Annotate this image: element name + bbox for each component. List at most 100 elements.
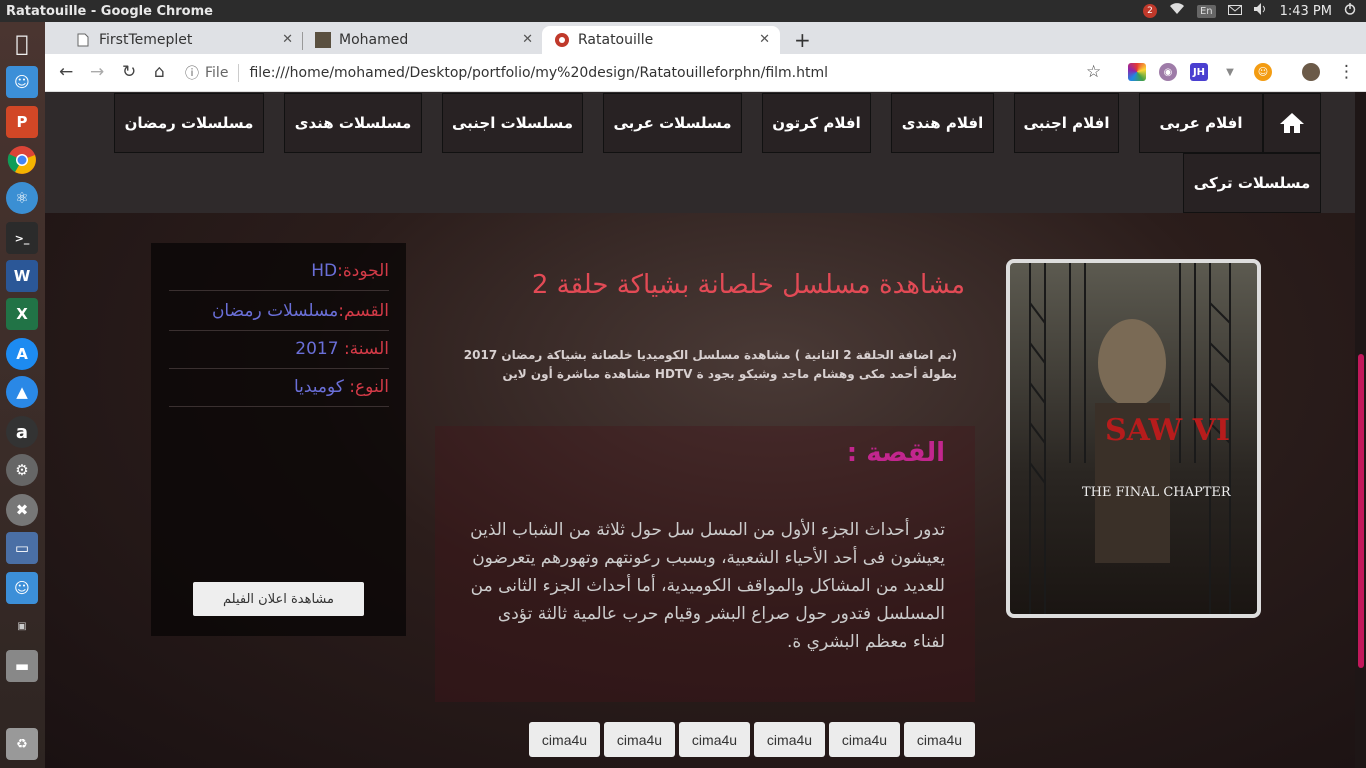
info-row-genre: النوع: كوميديا xyxy=(169,369,389,407)
keyboard-layout[interactable]: En xyxy=(1196,4,1216,18)
finder-icon[interactable]: ☺ xyxy=(6,66,38,98)
nav-cartoon-movies[interactable]: افلام كرتون xyxy=(762,93,871,153)
new-tab-icon[interactable]: + xyxy=(794,28,811,52)
nav-arabic-series[interactable]: مسلسلات عربى xyxy=(603,93,742,153)
page-icon xyxy=(75,32,91,48)
wifi-icon[interactable] xyxy=(1169,3,1185,19)
source-button[interactable]: cima4u xyxy=(754,722,825,757)
info-value: كوميديا xyxy=(293,377,344,397)
nav-foreign-movies[interactable]: افلام اجنبى xyxy=(1014,93,1119,153)
app-store-icon[interactable]: A xyxy=(6,338,38,370)
clock[interactable]: 1:43 PM xyxy=(1280,4,1332,19)
word-icon[interactable]: W xyxy=(6,260,38,292)
finder-2-icon[interactable]: ☺ xyxy=(6,572,38,604)
nav-indian-movies[interactable]: افلام هندى xyxy=(891,93,994,153)
terminal-icon[interactable]: >_ xyxy=(6,222,38,254)
excel-icon[interactable]: X xyxy=(6,298,38,330)
tab-strip: FirstTemeplet ✕ Mohamed ✕ Ratatouille ✕ … xyxy=(45,22,1366,54)
tab-mohamed[interactable]: Mohamed ✕ xyxy=(303,26,543,54)
nav-arabic-movies[interactable]: افلام عربى xyxy=(1139,93,1263,153)
launcher:  ☺ P ⚛ >_ W X A ▲ a ⚙ ✖ ▭ ☺ ▣ ▬ ♻ xyxy=(0,22,45,768)
url-divider xyxy=(238,64,240,82)
power-icon[interactable] xyxy=(1344,3,1356,19)
settings-icon[interactable]: ⚙ xyxy=(6,454,38,486)
scheme-label: File xyxy=(205,65,229,81)
close-icon[interactable]: ✕ xyxy=(759,32,770,47)
scrollbar-thumb[interactable] xyxy=(1358,354,1364,668)
page-viewport: افلام عربى افلام اجنبى افلام هندى افلام … xyxy=(45,92,1366,768)
workspace-icon[interactable]: ▣ xyxy=(6,610,38,642)
movie-summary: (تم اضافة الحلقة 2 الثانية ) مشاهدة مسلس… xyxy=(463,348,957,381)
nav-ramadan-series[interactable]: مسلسلات رمضان xyxy=(114,93,264,153)
nav-indian-series[interactable]: مسلسلات هندى xyxy=(284,93,422,153)
scrollbar[interactable] xyxy=(1355,92,1366,768)
close-icon[interactable]: ✕ xyxy=(522,32,533,47)
source-button[interactable]: cima4u xyxy=(904,722,975,757)
tools-icon[interactable]: ✖ xyxy=(6,494,38,526)
info-row-year: السنة: 2017 xyxy=(169,331,389,369)
volume-icon[interactable] xyxy=(1253,3,1268,19)
nav-home[interactable] xyxy=(1263,93,1321,153)
info-key: الجودة: xyxy=(337,261,389,281)
source-button[interactable]: cima4u xyxy=(604,722,675,757)
ratatouille-favicon-icon xyxy=(554,32,570,48)
amazon-icon[interactable]: a xyxy=(6,416,38,448)
back-icon[interactable]: ← xyxy=(59,62,73,82)
powerpoint-icon[interactable]: P xyxy=(6,106,38,138)
apple-icon[interactable]:  xyxy=(6,28,38,60)
jh-extension-icon[interactable]: JH xyxy=(1190,63,1208,81)
story-section: القصة : تدور أحداث الجزء الأول من المسل … xyxy=(435,426,975,702)
poster-title: SAW VI xyxy=(1105,413,1230,448)
forward-icon[interactable]: → xyxy=(90,62,104,82)
chrome-icon[interactable] xyxy=(6,144,38,176)
nav-foreign-series[interactable]: مسلسلات اجنبى xyxy=(442,93,583,153)
info-key: النوع: xyxy=(343,377,389,397)
tab-label: Mohamed xyxy=(339,32,409,48)
address-bar[interactable]: ⓘ File file:///home/mohamed/Desktop/port… xyxy=(185,58,1105,88)
trash-icon[interactable]: ♻ xyxy=(6,728,38,760)
movie-poster: SAW VI THE FINAL CHAPTER xyxy=(1006,259,1261,618)
notification-badge[interactable]: 2 xyxy=(1142,4,1157,18)
movie-title: مشاهدة مسلسل خلصانة بشياكة حلقة 2 xyxy=(531,270,965,300)
info-row-quality: الجودة:HD xyxy=(169,253,389,291)
source-button[interactable]: cima4u xyxy=(829,722,900,757)
vue-extension-icon[interactable]: ▼ xyxy=(1221,63,1239,81)
nav-turkish-series[interactable]: مسلسلات تركى xyxy=(1183,153,1321,213)
home-icon[interactable]: ⌂ xyxy=(154,62,165,82)
info-panel: الجودة:HD القسم:مسلسلات رمضان السنة: 201… xyxy=(151,243,406,636)
source-button[interactable]: cima4u xyxy=(529,722,600,757)
window-title: Ratatouille - Google Chrome xyxy=(6,3,213,19)
home-icon xyxy=(1280,113,1304,133)
info-value: HD xyxy=(311,261,338,281)
source-button[interactable]: cima4u xyxy=(679,722,750,757)
tab-label: Ratatouille xyxy=(578,32,654,48)
atom-icon[interactable]: ⚛ xyxy=(6,182,38,214)
nav-app-icon[interactable]: ▲ xyxy=(6,376,38,408)
drive-icon[interactable]: ▬ xyxy=(6,650,38,682)
os-top-bar: Ratatouille - Google Chrome 2 En 1:43 PM xyxy=(0,0,1366,22)
toolbar: ← → ↻ ⌂ ⓘ File file:///home/mohamed/Desk… xyxy=(45,54,1366,92)
menu-icon[interactable]: ⋮ xyxy=(1338,62,1355,82)
mail-icon[interactable] xyxy=(1227,4,1242,19)
story-text: تدور أحداث الجزء الأول من المسل سل حول ث… xyxy=(470,520,945,652)
profile-favicon-icon xyxy=(315,32,331,48)
reload-icon[interactable]: ↻ xyxy=(122,62,136,82)
extension-eye-icon[interactable]: ◉ xyxy=(1159,63,1177,81)
poster-subtitle: THE FINAL CHAPTER xyxy=(1082,485,1231,500)
info-key: القسم: xyxy=(338,301,389,321)
info-value[interactable]: مسلسلات رمضان xyxy=(212,301,338,321)
tab-firsttemeplet[interactable]: FirstTemeplet ✕ xyxy=(63,26,303,54)
avatar[interactable] xyxy=(1302,63,1320,81)
tab-label: FirstTemeplet xyxy=(99,32,193,48)
close-icon[interactable]: ✕ xyxy=(282,32,293,47)
display-icon[interactable]: ▭ xyxy=(6,532,38,564)
url-text[interactable]: file:///home/mohamed/Desktop/portfolio/m… xyxy=(249,65,828,81)
watch-trailer-button[interactable]: مشاهدة اعلان الفيلم xyxy=(193,582,364,616)
bookmark-star-icon[interactable]: ☆ xyxy=(1086,62,1101,82)
info-icon[interactable]: ⓘ xyxy=(185,63,199,83)
info-row-category: القسم:مسلسلات رمضان xyxy=(169,293,389,331)
color-extension-icon[interactable] xyxy=(1128,63,1146,81)
story-heading: القصة : xyxy=(846,438,945,468)
extension-face-icon[interactable]: ☺ xyxy=(1254,63,1272,81)
tab-ratatouille[interactable]: Ratatouille ✕ xyxy=(542,26,780,54)
